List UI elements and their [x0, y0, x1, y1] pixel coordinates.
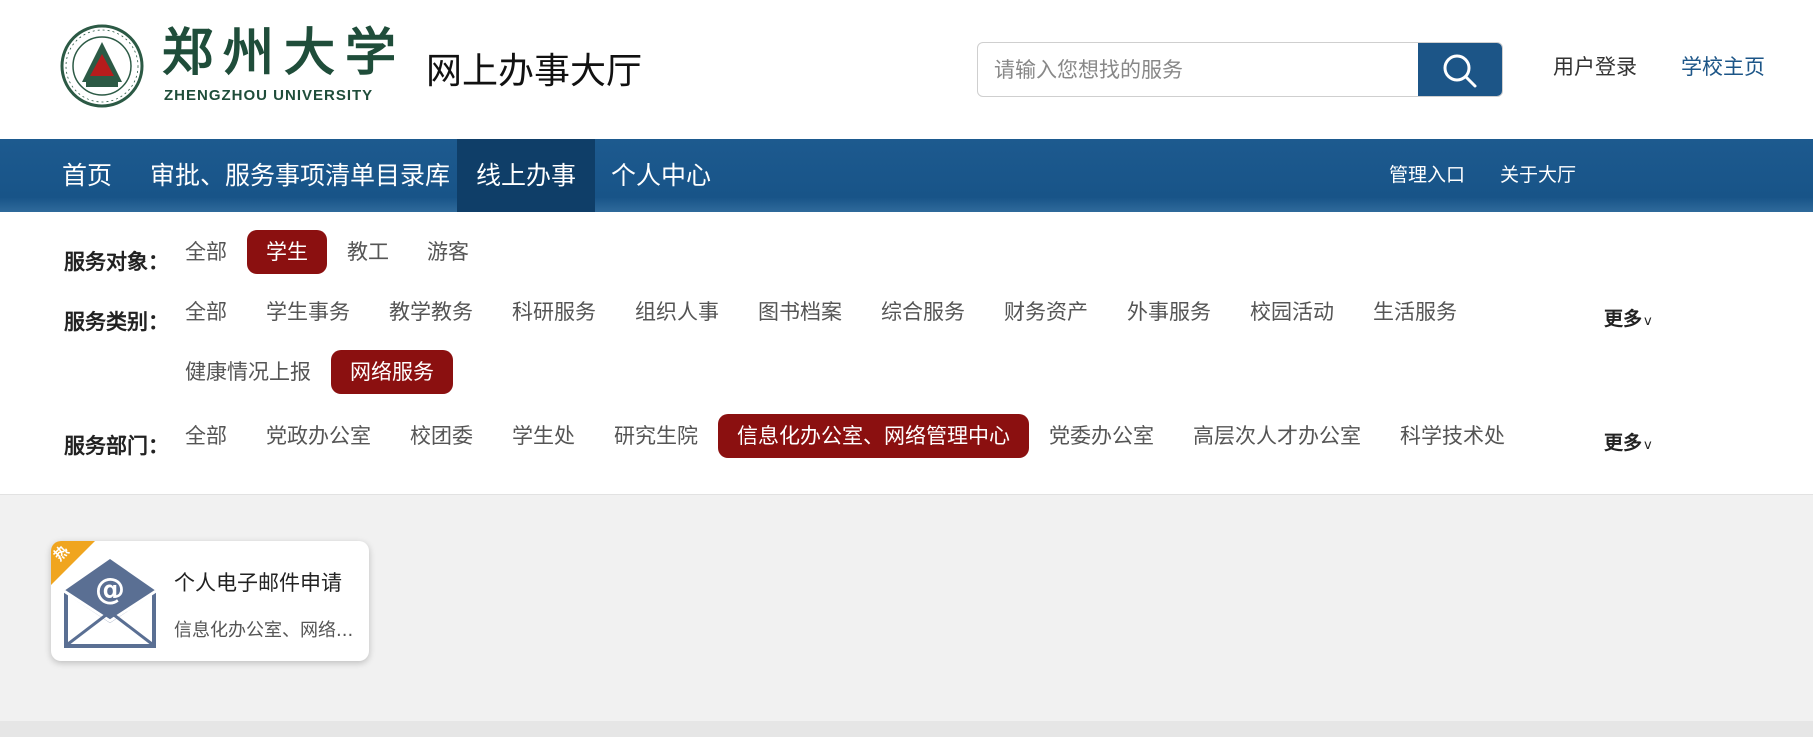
filter-category-option[interactable]: 综合服务 [862, 290, 984, 334]
search-button[interactable] [1418, 43, 1502, 96]
service-title: 个人电子邮件申请 [174, 571, 342, 595]
filter-category-option[interactable]: 生活服务 [1354, 290, 1476, 334]
filter-department-more-button[interactable]: 更多 v [1604, 428, 1652, 455]
nav-about[interactable]: 关于大厅 [1500, 139, 1576, 212]
filter-department-option[interactable]: 党委办公室 [1030, 414, 1173, 458]
filter-category-option[interactable]: 财务资产 [985, 290, 1107, 334]
filter-category-option[interactable]: 健康情况上报 [166, 350, 330, 394]
site-title: 网上办事大厅 [426, 51, 643, 92]
filter-category-option[interactable]: 科研服务 [493, 290, 615, 334]
filter-category-option[interactable]: 图书档案 [739, 290, 861, 334]
chevron-down-icon: v [1644, 438, 1652, 453]
filter-department-option[interactable]: 党政办公室 [247, 414, 390, 458]
filter-category-more-button[interactable]: 更多 v [1604, 304, 1652, 331]
filter-category-option[interactable]: 外事服务 [1108, 290, 1230, 334]
page-header: 郑州大学 ZHENGZHOU UNIVERSITY 网上办事大厅 用户登录 学校… [0, 0, 1813, 139]
main-nav: 首页 审批、服务事项清单目录库 线上办事 个人中心 管理入口 关于大厅 [0, 139, 1813, 212]
more-label: 更多 [1604, 308, 1643, 330]
service-department: 信息化办公室、网络... [174, 620, 354, 641]
service-card[interactable]: @ 热 个人电子邮件申请 信息化办公室、网络... [51, 541, 369, 661]
filter-department-option[interactable]: 全部 [166, 414, 246, 458]
filter-category-option[interactable]: 全部 [166, 290, 246, 334]
search-icon [1443, 54, 1477, 87]
nav-catalog[interactable]: 审批、服务事项清单目录库 [150, 139, 450, 212]
nav-online-services[interactable]: 线上办事 [457, 139, 596, 212]
nav-home[interactable]: 首页 [62, 139, 112, 212]
filter-department-option[interactable]: 学生处 [493, 414, 594, 458]
filter-category-label: 服务类别： [64, 310, 169, 334]
footer [0, 721, 1813, 737]
filter-target-label: 服务对象： [64, 250, 169, 274]
svg-text:@: @ [95, 572, 125, 607]
more-label: 更多 [1604, 432, 1643, 454]
filter-category-option[interactable]: 组织人事 [616, 290, 738, 334]
filter-category-option[interactable]: 校园活动 [1231, 290, 1353, 334]
filter-department-option[interactable]: 高层次人才办公室 [1174, 414, 1380, 458]
nav-personal-center[interactable]: 个人中心 [611, 139, 711, 212]
logo-chinese-text: 郑州大学 [162, 23, 407, 83]
filter-category-option[interactable]: 教学教务 [370, 290, 492, 334]
chevron-down-icon: v [1644, 314, 1652, 329]
filter-department-option[interactable]: 研究生院 [595, 414, 717, 458]
filter-category-option-selected[interactable]: 网络服务 [331, 350, 453, 394]
university-logo[interactable]: 郑州大学 ZHENGZHOU UNIVERSITY [60, 22, 396, 108]
school-homepage-link[interactable]: 学校主页 [1681, 51, 1765, 81]
search-input[interactable] [978, 43, 1418, 96]
filter-category-option[interactable]: 学生事务 [247, 290, 369, 334]
filter-department-option[interactable]: 校团委 [391, 414, 492, 458]
filter-target-option-selected[interactable]: 学生 [247, 230, 327, 274]
filter-department-label: 服务部门： [64, 434, 169, 458]
filter-department-option[interactable]: 科学技术处 [1381, 414, 1524, 458]
logo-english-text: ZHENGZHOU UNIVERSITY [164, 87, 374, 104]
login-link[interactable]: 用户登录 [1553, 51, 1637, 81]
filter-target-option[interactable]: 游客 [408, 230, 488, 274]
filter-department-option-selected[interactable]: 信息化办公室、网络管理中心 [718, 414, 1029, 458]
filter-target-option[interactable]: 全部 [166, 230, 246, 274]
university-seal-icon [60, 24, 144, 108]
search-box [977, 42, 1503, 97]
filter-panel: 服务对象： 全部 学生 教工 游客 服务类别： 全部 学生事务 教学教务 科研服… [0, 212, 1813, 495]
filter-target-option[interactable]: 教工 [328, 230, 408, 274]
nav-admin-entry[interactable]: 管理入口 [1389, 139, 1465, 212]
